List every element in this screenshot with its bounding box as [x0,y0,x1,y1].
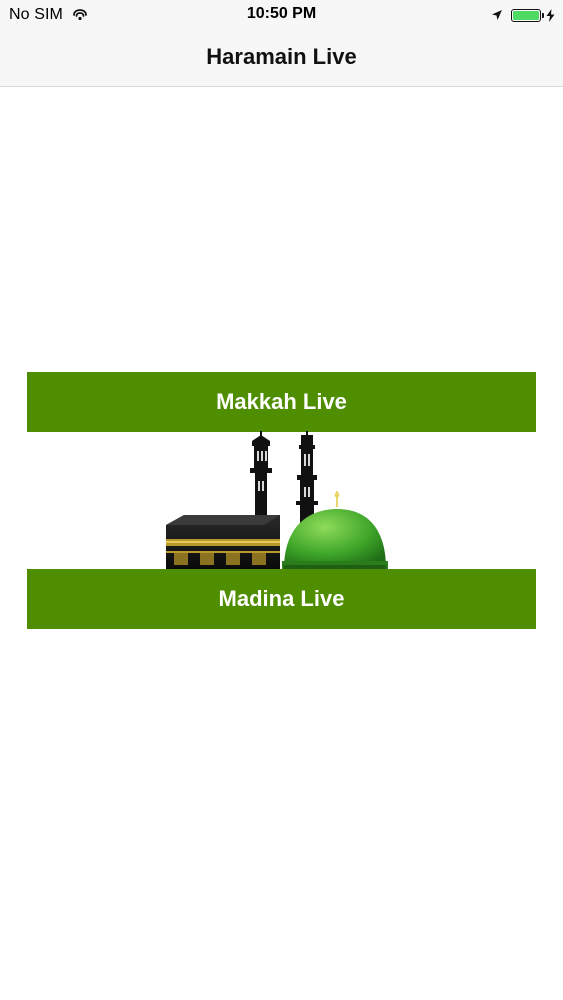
madina-live-button[interactable]: Madina Live [27,569,536,629]
madina-live-label: Madina Live [218,586,345,611]
status-right [491,6,555,24]
status-bar: No SIM 10:50 PM [0,0,563,30]
charging-bolt-icon [546,8,555,22]
makkah-live-button[interactable]: Makkah Live [27,372,536,432]
page-title: Haramain Live [206,44,357,69]
makkah-live-label: Makkah Live [216,389,347,414]
minaret-left [250,431,272,523]
kaaba-and-green-dome-icon [166,431,388,569]
battery-fill [513,10,539,20]
battery-nub [542,12,544,18]
battery-icon [511,8,544,22]
navigation-bar: Haramain Live [0,30,563,87]
status-time: 10:50 PM [246,5,317,22]
kaaba [166,515,280,569]
location-arrow-icon [492,10,502,20]
